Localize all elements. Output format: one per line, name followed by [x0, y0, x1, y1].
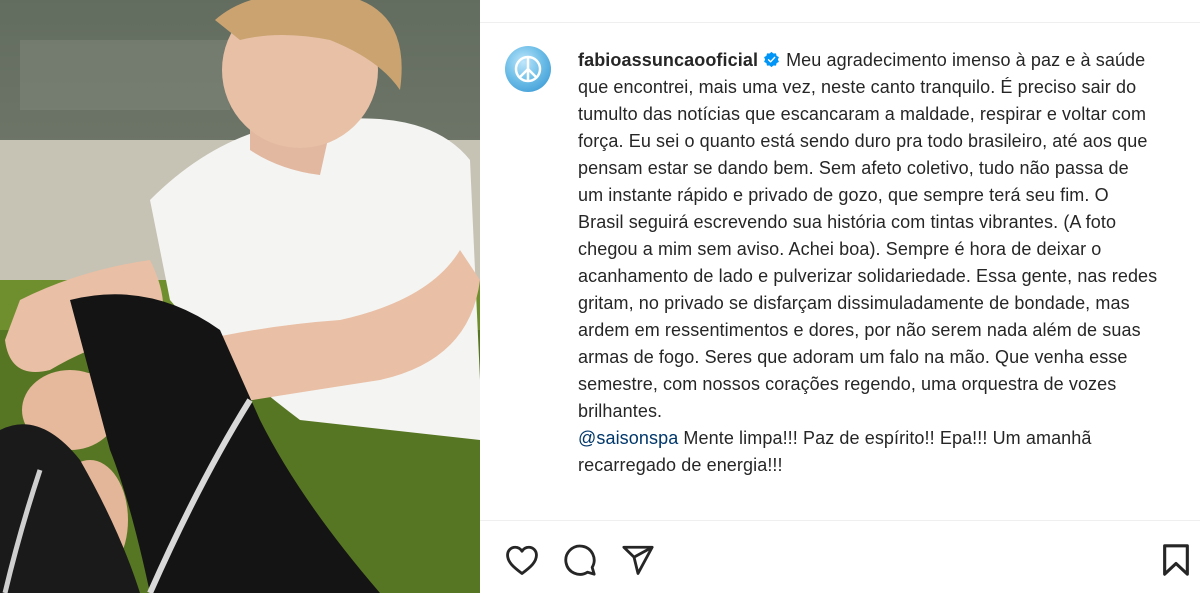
top-divider — [480, 22, 1200, 23]
verified-badge-icon — [764, 51, 779, 68]
bookmark-icon — [1163, 544, 1189, 576]
action-bar — [480, 540, 1200, 580]
peace-symbol-icon — [514, 55, 542, 83]
comment-button[interactable] — [560, 540, 600, 580]
mention-link[interactable]: @saisonspa — [578, 428, 678, 448]
post-caption: fabioassuncaooficial Meu agradecimento im… — [578, 47, 1158, 479]
username-link[interactable]: fabioassuncaooficial — [578, 50, 758, 70]
save-button[interactable] — [1156, 540, 1196, 580]
actions-divider — [480, 520, 1200, 521]
post-details-panel: fabioassuncaooficial Meu agradecimento im… — [480, 0, 1200, 593]
post-photo[interactable] — [0, 0, 480, 593]
paper-plane-icon — [622, 545, 654, 575]
avatar[interactable] — [505, 46, 551, 92]
heart-icon — [506, 545, 538, 575]
like-button[interactable] — [502, 540, 542, 580]
photo-illustration — [0, 0, 480, 593]
share-button[interactable] — [618, 540, 658, 580]
comment-icon — [564, 544, 596, 576]
caption-text: Meu agradecimento imenso à paz e à saúde… — [578, 50, 1158, 421]
